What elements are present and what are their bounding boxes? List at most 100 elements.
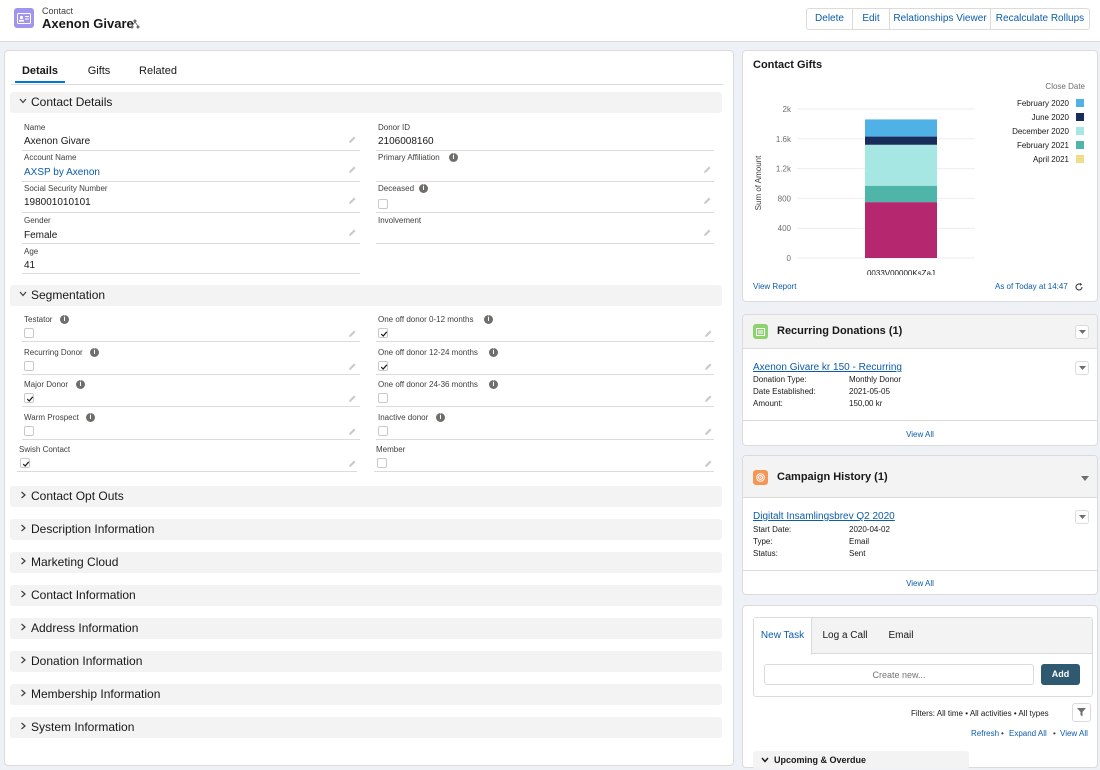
- x-tick-label: 0033V00000KsZaJ: [867, 269, 935, 275]
- info-icon[interactable]: i: [489, 348, 498, 357]
- pencil-icon[interactable]: [704, 360, 712, 370]
- field-underline: [17, 471, 357, 472]
- segmentation-checkbox[interactable]: [378, 328, 388, 338]
- pencil-icon[interactable]: [704, 392, 712, 402]
- info-icon[interactable]: i: [90, 348, 99, 357]
- segmentation-checkbox[interactable]: [24, 361, 34, 371]
- pencil-icon[interactable]: [348, 425, 356, 435]
- action-buttons: Delete Edit Relationships Viewer Recalcu…: [806, 8, 1090, 30]
- segmentation-checkbox[interactable]: [24, 393, 34, 403]
- chevron-right-icon: [21, 689, 26, 697]
- deceased-checkbox[interactable]: [378, 199, 388, 209]
- upcoming-overdue-section[interactable]: Upcoming & Overdue: [753, 751, 969, 769]
- legend-label: February 2021: [1017, 141, 1070, 150]
- recurring-donation-link[interactable]: Axenon Givare kr 150 - Recurring: [753, 362, 902, 373]
- pencil-icon[interactable]: [348, 166, 356, 174]
- ssn-value: 198001010101: [24, 197, 91, 208]
- field-underline: [374, 471, 714, 472]
- activity-view-all-link[interactable]: View All: [1060, 729, 1088, 738]
- view-all-link[interactable]: View All: [743, 579, 1097, 588]
- info-icon[interactable]: i: [449, 153, 458, 162]
- section-collapsed[interactable]: System Information: [10, 717, 722, 738]
- pencil-icon[interactable]: [348, 457, 356, 467]
- info-icon[interactable]: i: [419, 184, 428, 193]
- recalculate-rollups-button[interactable]: Recalculate Rollups: [990, 8, 1090, 30]
- card-menu-dropdown-icon[interactable]: [1075, 325, 1089, 339]
- delete-button[interactable]: Delete: [806, 8, 853, 30]
- tab-details[interactable]: Details: [15, 59, 65, 83]
- segmentation-checkbox[interactable]: [24, 328, 34, 338]
- segmentation-checkbox[interactable]: [377, 458, 387, 468]
- segmentation-checkbox[interactable]: [378, 393, 388, 403]
- link-separator: •: [1001, 729, 1004, 738]
- section-contact-details[interactable]: Contact Details: [10, 92, 722, 113]
- segmentation-checkbox[interactable]: [24, 426, 34, 436]
- info-icon[interactable]: i: [60, 315, 69, 324]
- section-collapsed[interactable]: Contact Opt Outs: [10, 486, 722, 507]
- view-report-link[interactable]: View Report: [753, 282, 796, 291]
- pencil-icon[interactable]: [348, 136, 356, 144]
- tab-related[interactable]: Related: [133, 59, 183, 83]
- section-collapsed[interactable]: Address Information: [10, 618, 722, 639]
- segmentation-checkbox[interactable]: [378, 361, 388, 371]
- section-collapsed[interactable]: Donation Information: [10, 651, 722, 672]
- field-underline: [22, 273, 360, 274]
- add-button[interactable]: Add: [1041, 664, 1080, 685]
- filter-icon[interactable]: [1072, 703, 1091, 722]
- legend-label: December 2020: [1012, 127, 1069, 136]
- pencil-icon[interactable]: [703, 166, 711, 174]
- tab-gifts[interactable]: Gifts: [79, 59, 119, 83]
- pencil-icon[interactable]: [348, 327, 356, 337]
- info-icon[interactable]: i: [436, 413, 445, 422]
- pencil-icon[interactable]: [704, 457, 712, 467]
- view-all-link[interactable]: View All: [743, 430, 1097, 439]
- segmentation-field-label: One off donor 0-12 months: [378, 315, 474, 324]
- chevron-right-icon: [21, 722, 26, 730]
- info-icon[interactable]: i: [86, 413, 95, 422]
- info-icon[interactable]: i: [489, 380, 498, 389]
- section-segmentation[interactable]: Segmentation: [10, 285, 722, 306]
- info-icon[interactable]: i: [76, 380, 85, 389]
- pencil-icon[interactable]: [348, 229, 356, 237]
- pencil-icon[interactable]: [348, 392, 356, 402]
- tab-new-task[interactable]: New Task: [754, 618, 812, 655]
- y-tick-label: 0: [787, 254, 792, 263]
- edit-button[interactable]: Edit: [852, 8, 890, 30]
- row-menu-dropdown-icon[interactable]: [1075, 361, 1089, 375]
- tab-log-a-call[interactable]: Log a Call: [816, 618, 874, 654]
- pencil-icon[interactable]: [704, 425, 712, 435]
- pencil-icon[interactable]: [703, 229, 711, 237]
- section-collapsed[interactable]: Membership Information: [10, 684, 722, 705]
- section-collapsed[interactable]: Contact Information: [10, 585, 722, 606]
- segmentation-checkbox[interactable]: [20, 458, 30, 468]
- card-menu-dropdown-icon[interactable]: [1081, 471, 1089, 481]
- segmentation-checkbox[interactable]: [378, 426, 388, 436]
- footer-divider: [743, 420, 1097, 421]
- create-new-input[interactable]: [764, 664, 1034, 685]
- date-established-value: 2021-05-05: [849, 387, 890, 396]
- refresh-icon[interactable]: [1074, 282, 1084, 292]
- pencil-icon[interactable]: [703, 197, 711, 205]
- section-collapsed[interactable]: Description Information: [10, 519, 722, 540]
- row-menu-dropdown-icon[interactable]: [1075, 510, 1089, 524]
- tab-email[interactable]: Email: [876, 618, 926, 654]
- object-type-label: Contact: [42, 6, 74, 16]
- pencil-icon[interactable]: [348, 197, 356, 205]
- info-icon[interactable]: i: [484, 315, 493, 324]
- account-name-link[interactable]: AXSP by Axenon: [24, 167, 100, 178]
- donor-id-label: Donor ID: [378, 123, 411, 132]
- y-tick-label: 800: [778, 194, 792, 203]
- expand-all-link[interactable]: Expand All: [1009, 729, 1047, 738]
- section-collapsed[interactable]: Marketing Cloud: [10, 552, 722, 573]
- campaign-status-label: Status:: [753, 549, 778, 558]
- pencil-icon[interactable]: [348, 360, 356, 370]
- section-title: Contact Opt Outs: [31, 489, 124, 503]
- section-title: Contact Information: [31, 588, 136, 602]
- campaign-link[interactable]: Digitalt Insamlingsbrev Q2 2020: [753, 511, 895, 522]
- refresh-link[interactable]: Refresh: [971, 729, 999, 738]
- legend-swatch: [1076, 113, 1084, 121]
- campaign-history-card: Campaign History (1) Digitalt Insamlings…: [742, 455, 1098, 595]
- hierarchy-icon[interactable]: [130, 18, 140, 29]
- pencil-icon[interactable]: [704, 327, 712, 337]
- relationships-viewer-button[interactable]: Relationships Viewer: [889, 8, 991, 30]
